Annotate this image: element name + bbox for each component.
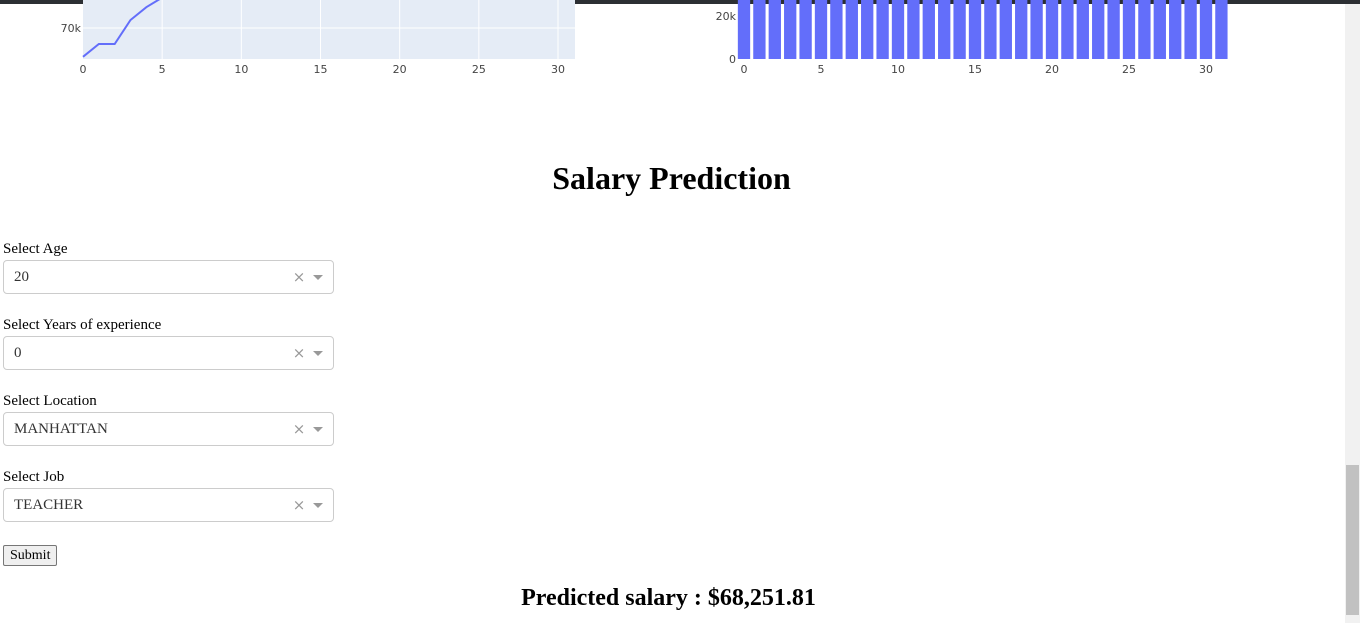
bar	[999, 0, 1012, 59]
bar-x-tick-label: 0	[741, 63, 748, 76]
bar	[1045, 0, 1059, 59]
line-x-tick-label: 0	[80, 63, 87, 76]
bar	[1107, 0, 1120, 59]
line-chart: 0 5 10 15 20 25 30 70k	[61, 0, 575, 76]
bar-x-tick-label: 15	[968, 63, 982, 76]
bar	[830, 0, 843, 59]
bar	[1092, 0, 1105, 59]
bar	[922, 0, 935, 59]
predicted-salary-value: $68,251.81	[707, 585, 816, 611]
age-label: Select Age	[3, 241, 68, 257]
bar	[784, 0, 797, 59]
submit-button[interactable]: Submit	[3, 545, 58, 566]
bar	[1015, 0, 1028, 59]
chevron-down-icon[interactable]	[313, 350, 323, 356]
bar	[799, 0, 812, 59]
job-selected-value: TEACHER	[14, 496, 84, 513]
experience-label: Select Years of experience	[3, 317, 162, 333]
bar	[753, 0, 766, 59]
bar	[768, 0, 781, 59]
bar-chart: 0 5 10 15 20 25 30 0 20k	[716, 0, 1228, 76]
bar	[1061, 0, 1074, 59]
experience-selected-value: 0	[14, 344, 22, 361]
bar	[984, 0, 997, 59]
bar	[968, 0, 982, 59]
line-plot-area	[83, 0, 575, 59]
bar	[1138, 0, 1151, 59]
chevron-down-icon[interactable]	[313, 502, 323, 508]
predicted-salary: Predicted salary : $68,251.81	[0, 585, 1337, 612]
age-dropdown[interactable]: 20 ×	[3, 260, 334, 294]
bar-y-tick-label: 20k	[716, 10, 737, 23]
line-x-tick-label: 15	[314, 63, 328, 76]
line-x-tick-label: 5	[159, 63, 166, 76]
bar	[876, 0, 889, 59]
job-dropdown[interactable]: TEACHER ×	[3, 488, 334, 522]
line-y-tick-label: 70k	[61, 22, 82, 35]
bar-x-tick-label: 25	[1122, 63, 1136, 76]
bar	[1153, 0, 1166, 59]
bar	[891, 0, 905, 59]
bar	[1184, 0, 1197, 59]
bar	[1199, 0, 1213, 59]
scrollbar-thumb[interactable]	[1346, 465, 1359, 615]
line-x-tick-label: 10	[234, 63, 248, 76]
clear-icon[interactable]: ×	[291, 268, 307, 286]
job-label: Select Job	[3, 469, 65, 485]
line-x-tick-label: 20	[393, 63, 407, 76]
bar	[953, 0, 966, 59]
bar	[1030, 0, 1043, 59]
bar	[907, 0, 920, 59]
line-x-tick-label: 25	[472, 63, 486, 76]
bar-x-tick-label: 20	[1045, 63, 1059, 76]
bar-x-tick-label: 10	[891, 63, 905, 76]
bar	[1076, 0, 1089, 59]
page-title: Salary Prediction	[552, 160, 791, 196]
bar	[1122, 0, 1136, 59]
bar	[861, 0, 874, 59]
bar	[845, 0, 858, 59]
experience-dropdown[interactable]: 0 ×	[3, 336, 334, 370]
predicted-salary-label: Predicted salary :	[521, 585, 708, 611]
clear-icon[interactable]: ×	[291, 420, 307, 438]
location-label: Select Location	[3, 393, 97, 409]
chevron-down-icon[interactable]	[313, 426, 323, 432]
clear-icon[interactable]: ×	[291, 496, 307, 514]
chevron-down-icon[interactable]	[313, 274, 323, 280]
bar	[814, 0, 828, 59]
bar	[938, 0, 951, 59]
bar	[1215, 0, 1228, 59]
bar-x-tick-label: 30	[1199, 63, 1213, 76]
location-selected-value: MANHATTAN	[14, 420, 108, 437]
bar-x-tick-label: 5	[818, 63, 825, 76]
bar-y-tick-label: 0	[729, 53, 736, 66]
clear-icon[interactable]: ×	[291, 344, 307, 362]
line-x-tick-label: 30	[551, 63, 565, 76]
bar	[1169, 0, 1182, 59]
location-dropdown[interactable]: MANHATTAN ×	[3, 412, 334, 446]
age-selected-value: 20	[14, 268, 29, 285]
bar	[737, 0, 751, 59]
